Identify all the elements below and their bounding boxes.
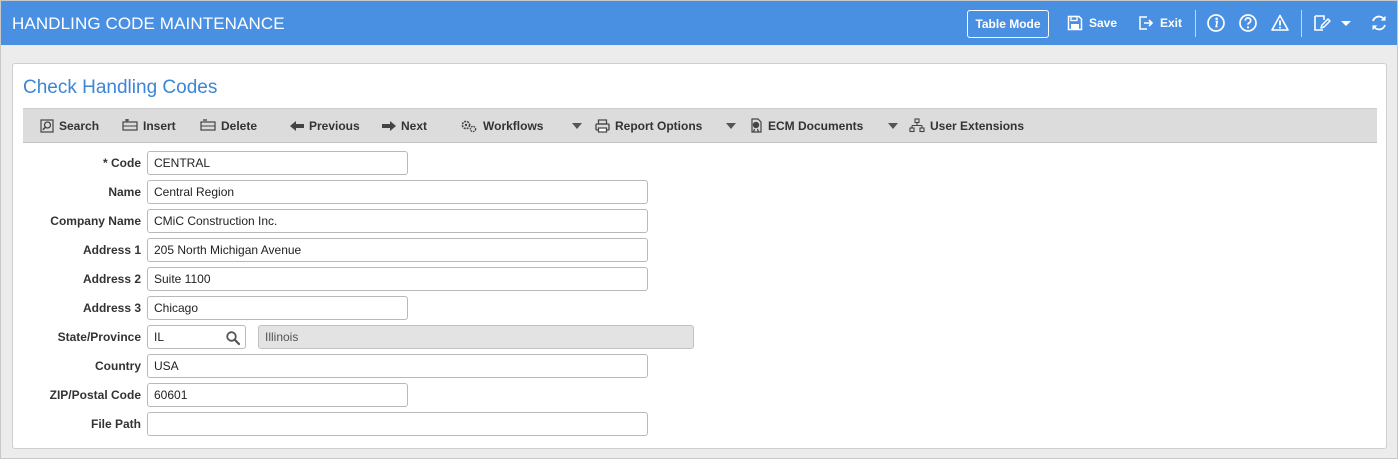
address2-row: Address 2 (13, 267, 713, 291)
address1-label: Address 1 (82, 243, 141, 257)
app-title: HANDLING CODE MAINTENANCE (12, 14, 285, 33)
address1-row: Address 1 (13, 238, 713, 262)
file-path-row: File Path (13, 412, 713, 436)
info-icon[interactable] (1206, 13, 1226, 33)
address2-input[interactable] (147, 267, 648, 291)
help-icon[interactable] (1238, 13, 1258, 33)
zip-input[interactable] (147, 383, 408, 407)
header-divider (1301, 10, 1302, 37)
handling-code-form: * Code Name Company Name Address 1 Addre… (13, 64, 1386, 448)
warning-icon[interactable] (1270, 13, 1290, 33)
state-province-lookup (147, 325, 246, 349)
company-name-input[interactable] (147, 209, 648, 233)
code-label: * Code (102, 156, 141, 170)
company-name-row: Company Name (13, 209, 713, 233)
address3-label: Address 3 (82, 301, 141, 315)
state-province-input[interactable] (148, 326, 224, 348)
company-name-label: Company Name (50, 214, 141, 228)
edit-note-icon[interactable] (1312, 13, 1332, 33)
header-divider (1195, 10, 1196, 37)
country-label: Country (95, 359, 141, 373)
save-icon (1067, 15, 1083, 31)
save-button[interactable]: Save (1067, 13, 1117, 33)
file-path-label: File Path (90, 417, 141, 431)
state-province-label: State/Province (57, 330, 141, 344)
country-input[interactable] (147, 354, 648, 378)
app-window: HANDLING CODE MAINTENANCE Table Mode Sav… (0, 0, 1398, 459)
exit-icon (1139, 16, 1154, 30)
save-label: Save (1089, 16, 1118, 30)
address2-label: Address 2 (82, 272, 141, 286)
address1-input[interactable] (147, 238, 648, 262)
code-input[interactable] (147, 151, 408, 175)
main-panel: Check Handling Codes Search Insert Delet… (12, 63, 1387, 449)
address3-input[interactable] (147, 296, 408, 320)
code-row: * Code (13, 151, 713, 175)
refresh-icon[interactable] (1369, 13, 1389, 33)
country-row: Country (13, 354, 713, 378)
exit-button[interactable]: Exit (1138, 13, 1182, 33)
file-path-input[interactable] (147, 412, 648, 436)
search-icon[interactable] (225, 330, 241, 346)
zip-label: ZIP/Postal Code (49, 388, 141, 402)
name-input[interactable] (147, 180, 648, 204)
zip-row: ZIP/Postal Code (13, 383, 713, 407)
table-mode-button[interactable]: Table Mode (967, 10, 1049, 38)
title-bar: HANDLING CODE MAINTENANCE Table Mode Sav… (1, 1, 1397, 45)
state-description (258, 325, 694, 349)
name-row: Name (13, 180, 713, 204)
exit-label: Exit (1160, 16, 1183, 30)
name-label: Name (108, 185, 141, 199)
address3-row: Address 3 (13, 296, 713, 320)
chevron-down-icon[interactable] (1339, 13, 1353, 33)
state-province-row: State/Province (13, 325, 713, 349)
